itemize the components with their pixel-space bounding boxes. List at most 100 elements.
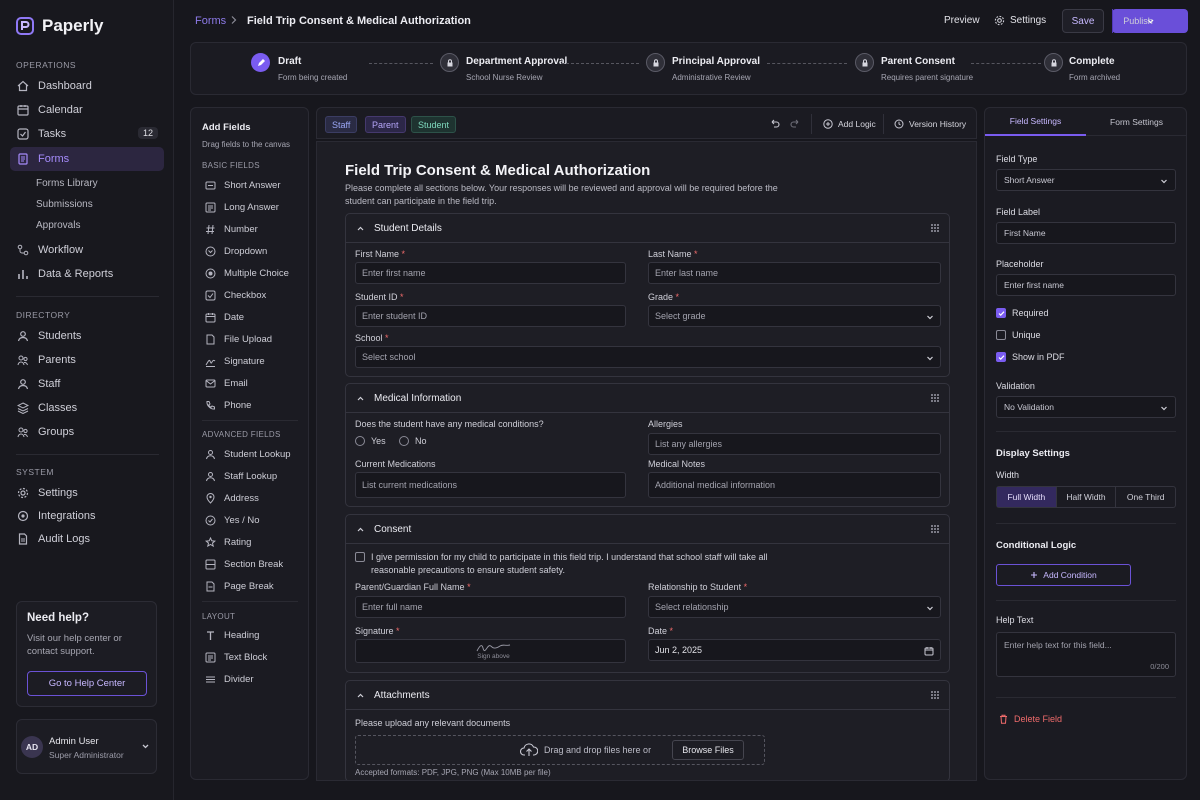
show-in-pdf-checkbox[interactable]: Show in PDF	[996, 352, 1065, 362]
guardian-name-input[interactable]: Enter full name	[355, 596, 626, 618]
section-consent[interactable]: Consent I give permission for my child t…	[345, 514, 950, 673]
unique-checkbox[interactable]: Unique	[996, 330, 1041, 340]
sidebar-subitem-approvals[interactable]: Approvals	[36, 220, 80, 231]
student-id-input[interactable]: Enter student ID	[355, 305, 626, 327]
date-input[interactable]: Jun 2, 2025	[648, 639, 941, 661]
step-title: Parent Consent	[881, 56, 955, 67]
field-file-upload[interactable]: File Upload	[205, 334, 272, 345]
field-multiple-choice[interactable]: Multiple Choice	[205, 268, 289, 279]
radio-yes[interactable]: Yes	[355, 436, 386, 446]
field-type-select[interactable]: Short Answer	[996, 169, 1176, 191]
field-dropdown[interactable]: Dropdown	[205, 246, 267, 257]
school-select[interactable]: Select school	[355, 346, 941, 368]
field-rating[interactable]: Rating	[205, 537, 251, 548]
sidebar-item-dashboard[interactable]: Dashboard	[10, 74, 164, 98]
drag-handle-icon[interactable]	[930, 223, 940, 233]
consent-checkbox[interactable]	[355, 552, 365, 562]
width-one-third[interactable]: One Third	[1116, 487, 1175, 507]
field-date[interactable]: Date	[205, 312, 244, 323]
sidebar-item-parents[interactable]: Parents	[10, 348, 164, 372]
field-phone[interactable]: Phone	[205, 400, 251, 411]
section-header[interactable]: Medical Information	[346, 384, 949, 413]
sidebar-subitem-forms-library[interactable]: Forms Library	[36, 178, 98, 189]
breadcrumb-forms[interactable]: Forms	[195, 15, 226, 27]
redo-icon[interactable]	[790, 118, 801, 129]
role-chip-staff[interactable]: Staff	[325, 116, 358, 133]
section-medical-information[interactable]: Medical Information Does the student hav…	[345, 383, 950, 507]
field-label-input[interactable]: First Name	[996, 222, 1176, 244]
field-email[interactable]: Email	[205, 378, 248, 389]
sidebar-item-students[interactable]: Students	[10, 324, 164, 348]
help-center-button[interactable]: Go to Help Center	[27, 671, 147, 696]
preview-button[interactable]: Preview	[944, 15, 980, 26]
tab-form-settings[interactable]: Form Settings	[1086, 108, 1187, 136]
field-page-break[interactable]: Page Break	[205, 581, 274, 592]
sidebar-item-calendar[interactable]: Calendar	[10, 98, 164, 122]
signature-pad[interactable]: Sign above	[355, 639, 626, 663]
field-number[interactable]: Number	[205, 224, 258, 235]
drag-handle-icon[interactable]	[930, 690, 940, 700]
required-checkbox[interactable]: Required	[996, 308, 1049, 318]
add-condition-button[interactable]: Add Condition	[996, 564, 1131, 586]
field-heading[interactable]: Heading	[205, 630, 259, 641]
medications-input[interactable]: List current medications	[355, 472, 626, 498]
section-student-details[interactable]: Student Details First Name * Enter first…	[345, 213, 950, 377]
sidebar-item-workflow[interactable]: Workflow	[10, 238, 164, 262]
section-header[interactable]: Attachments	[346, 681, 949, 710]
field-checkbox[interactable]: Checkbox	[205, 290, 266, 301]
publish-button[interactable]: Publish	[1112, 9, 1188, 33]
field-short-answer[interactable]: Short Answer	[205, 180, 281, 191]
sidebar-item-settings[interactable]: Settings	[10, 481, 164, 505]
field-staff-lookup[interactable]: Staff Lookup	[205, 471, 277, 482]
relationship-select[interactable]: Select relationship	[648, 596, 941, 618]
sidebar-item-audit-logs[interactable]: Audit Logs	[10, 527, 164, 551]
undo-icon[interactable]	[769, 118, 780, 129]
logo[interactable]: Paperly	[16, 16, 103, 36]
grade-select[interactable]: Select grade	[648, 305, 941, 327]
sidebar-subitem-submissions[interactable]: Submissions	[36, 199, 93, 210]
sidebar-item-staff[interactable]: Staff	[10, 372, 164, 396]
file-dropzone[interactable]: Drag and drop files here or Browse Files	[355, 735, 765, 765]
sidebar-item-forms[interactable]: Forms	[10, 147, 164, 171]
field-yes-no[interactable]: Yes / No	[205, 515, 260, 526]
validation-select[interactable]: No Validation	[996, 396, 1176, 418]
field-section-break[interactable]: Section Break	[205, 559, 283, 570]
sidebar-item-data-reports[interactable]: Data & Reports	[10, 262, 164, 286]
sidebar-item-classes[interactable]: Classes	[10, 396, 164, 420]
user-card[interactable]: AD Admin User Super Administrator	[16, 719, 157, 774]
browse-files-button[interactable]: Browse Files	[672, 740, 744, 760]
tab-field-settings[interactable]: Field Settings	[985, 108, 1086, 136]
save-button[interactable]: Save	[1062, 9, 1104, 33]
field-long-answer[interactable]: Long Answer	[205, 202, 279, 213]
medical-notes-input[interactable]: Additional medical information	[648, 472, 941, 498]
role-chip-student[interactable]: Student	[411, 116, 457, 133]
version-history-button[interactable]: Version History	[894, 119, 966, 129]
form-title[interactable]: Field Trip Consent & Medical Authorizati…	[345, 162, 650, 179]
section-attachments[interactable]: Attachments Please upload any relevant d…	[345, 680, 950, 780]
sidebar-item-groups[interactable]: Groups	[10, 420, 164, 444]
section-header[interactable]: Consent	[346, 515, 949, 544]
field-signature[interactable]: Signature	[205, 356, 265, 367]
drag-handle-icon[interactable]	[930, 524, 940, 534]
sidebar-item-tasks[interactable]: Tasks 12	[10, 122, 164, 146]
width-full[interactable]: Full Width	[997, 487, 1057, 507]
sidebar-item-integrations[interactable]: Integrations	[10, 504, 164, 528]
field-divider[interactable]: Divider	[205, 674, 254, 685]
field-student-lookup[interactable]: Student Lookup	[205, 449, 291, 460]
last-name-input[interactable]: Enter last name	[648, 262, 941, 284]
role-chip-parent[interactable]: Parent	[365, 116, 406, 133]
field-text-block[interactable]: Text Block	[205, 652, 267, 663]
radio-no[interactable]: No	[399, 436, 427, 446]
placeholder-input[interactable]: Enter first name	[996, 274, 1176, 296]
help-text-input[interactable]: Enter help text for this field... 0/200	[996, 632, 1176, 677]
width-half[interactable]: Half Width	[1057, 487, 1117, 507]
delete-field-button[interactable]: Delete Field	[999, 714, 1062, 724]
section-header[interactable]: Student Details	[346, 214, 949, 243]
field-address[interactable]: Address	[205, 493, 259, 504]
form-description[interactable]: Please complete all sections below. Your…	[345, 182, 795, 207]
drag-handle-icon[interactable]	[930, 393, 940, 403]
first-name-input[interactable]: Enter first name	[355, 262, 626, 284]
allergies-input[interactable]: List any allergies	[648, 433, 941, 455]
settings-button[interactable]: Settings	[994, 15, 1046, 26]
add-logic-button[interactable]: Add Logic	[823, 119, 876, 129]
